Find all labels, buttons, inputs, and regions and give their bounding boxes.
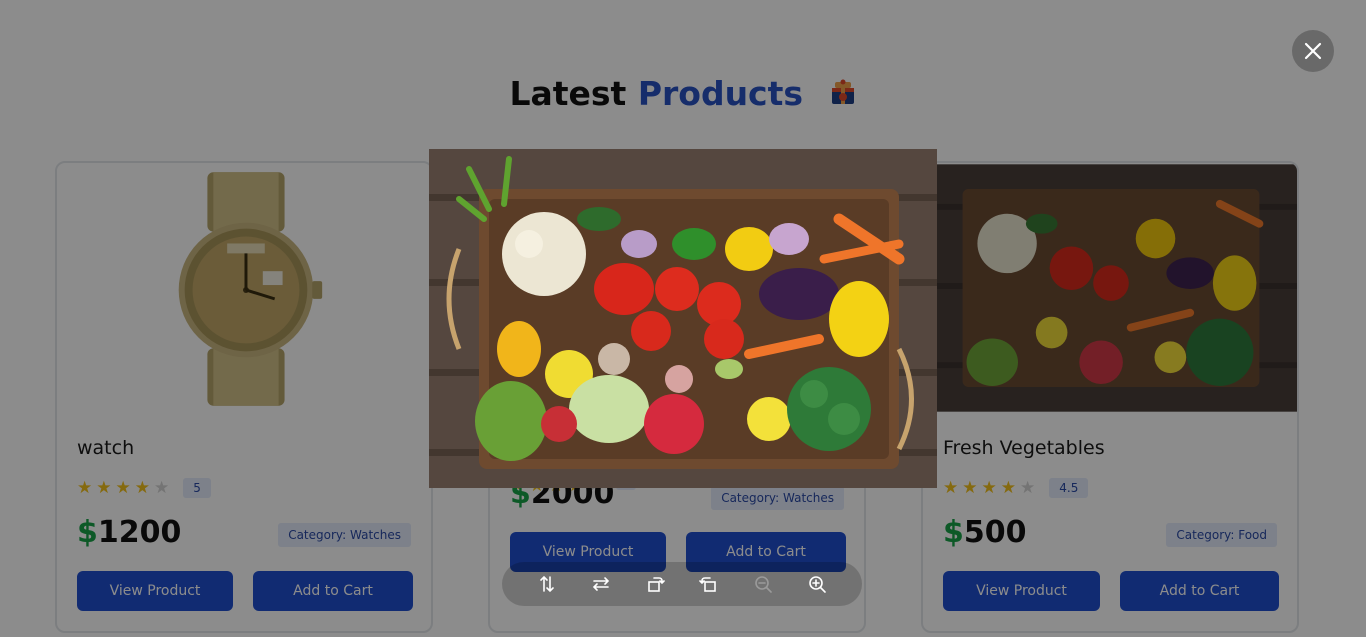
flip-horizontal-icon: [592, 577, 610, 591]
rotate-left-button[interactable]: [644, 573, 666, 595]
preview-image-vegetables[interactable]: [429, 149, 937, 488]
zoom-out-icon: [755, 576, 772, 593]
flip-vertical-icon: [540, 575, 554, 593]
zoom-out-button[interactable]: [752, 573, 774, 595]
flip-horizontal-button[interactable]: [590, 573, 612, 595]
rotate-right-icon: [699, 577, 716, 592]
close-preview-button[interactable]: [1292, 30, 1334, 72]
preview-toolbar: [502, 562, 862, 606]
zoom-in-button[interactable]: [806, 573, 828, 595]
rotate-left-icon: [648, 577, 665, 592]
rotate-right-button[interactable]: [698, 573, 720, 595]
flip-vertical-button[interactable]: [536, 573, 558, 595]
zoom-in-icon: [809, 576, 826, 593]
close-icon: [1304, 42, 1322, 60]
